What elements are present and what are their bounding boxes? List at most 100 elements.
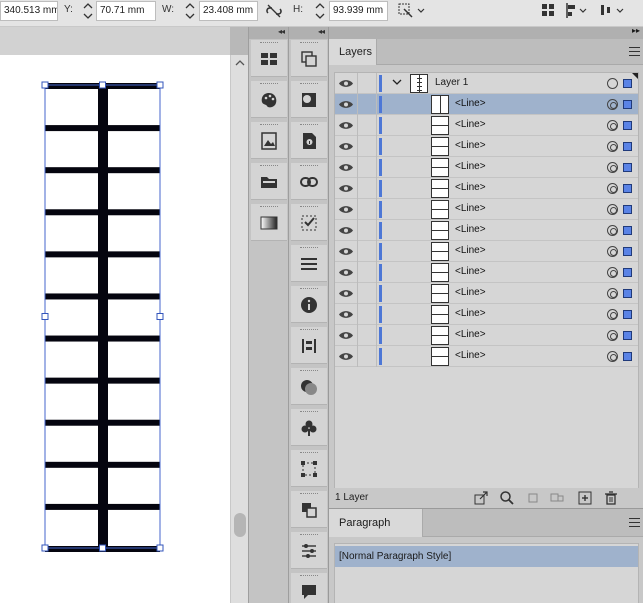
dock-column-2-header[interactable]: ◂◂ <box>289 27 328 39</box>
resize-handle[interactable] <box>156 81 164 89</box>
eye-icon[interactable] <box>338 330 354 341</box>
club-tool[interactable] <box>291 409 327 446</box>
resize-handle[interactable] <box>156 544 164 552</box>
trash-icon[interactable] <box>603 490 619 506</box>
resize-handle[interactable] <box>41 81 49 89</box>
target-circle[interactable] <box>607 330 618 341</box>
target-circle[interactable] <box>607 183 618 194</box>
distribute-dropdown-icon[interactable] <box>598 1 628 21</box>
layer-row[interactable]: <Line> <box>335 304 638 325</box>
resize-handle[interactable] <box>99 544 106 552</box>
resize-handle[interactable] <box>156 313 164 320</box>
target-circle[interactable] <box>607 225 618 236</box>
selection-square[interactable] <box>623 184 632 193</box>
layer-row-label[interactable]: <Line> <box>455 329 486 340</box>
scroll-thumb[interactable] <box>234 513 246 537</box>
lock-toggle[interactable] <box>357 262 377 283</box>
comment-tool[interactable] <box>291 573 327 603</box>
eye-icon[interactable] <box>338 267 354 278</box>
pathfinder-tool[interactable] <box>291 368 327 405</box>
layer-row[interactable]: <Line> <box>335 325 638 346</box>
selection-square[interactable] <box>623 226 632 235</box>
eye-icon[interactable] <box>338 351 354 362</box>
effects-tool[interactable] <box>291 204 327 241</box>
stroke-tool[interactable] <box>291 245 327 282</box>
target-circle[interactable] <box>607 288 618 299</box>
selection-square[interactable] <box>623 247 632 256</box>
layer-row-label[interactable]: <Line> <box>455 350 486 361</box>
lock-toggle[interactable] <box>357 304 377 325</box>
layer-row-label[interactable]: <Line> <box>455 140 486 151</box>
layer-row-label[interactable]: <Line> <box>455 119 486 130</box>
dock-column-1-header[interactable]: ◂◂ <box>249 27 288 39</box>
w-stepper[interactable] <box>183 0 197 22</box>
info-doc-tool[interactable] <box>291 122 327 159</box>
paragraph-menu-icon[interactable] <box>629 518 640 527</box>
lock-toggle[interactable] <box>357 220 377 241</box>
pages-tool[interactable] <box>291 40 327 77</box>
selection-square[interactable] <box>623 121 632 130</box>
eye-icon[interactable] <box>338 78 354 89</box>
eye-icon[interactable] <box>338 225 354 236</box>
selection-square[interactable] <box>623 205 632 214</box>
layer-row[interactable]: <Line> <box>335 220 638 241</box>
target-circle[interactable] <box>607 351 618 362</box>
reference-point-icon[interactable] <box>396 1 426 21</box>
eye-icon[interactable] <box>338 309 354 320</box>
lock-toggle[interactable] <box>357 73 377 94</box>
vertical-scrollbar[interactable] <box>230 55 248 603</box>
eye-icon[interactable] <box>338 183 354 194</box>
layer-row[interactable]: <Line> <box>335 199 638 220</box>
selection-square[interactable] <box>623 331 632 340</box>
panel-menu-icon[interactable] <box>629 47 640 56</box>
layer-row[interactable]: <Line> <box>335 346 638 367</box>
resize-handle[interactable] <box>41 313 49 320</box>
eye-icon[interactable] <box>338 141 354 152</box>
eye-icon[interactable] <box>338 120 354 131</box>
align-dropdown-icon[interactable] <box>564 1 590 21</box>
layer-row[interactable]: <Line> <box>335 241 638 262</box>
target-circle[interactable] <box>607 120 618 131</box>
layer-row-parent[interactable]: Layer 1 <box>335 73 638 94</box>
color-theme-tool[interactable] <box>291 81 327 118</box>
layer-row-label[interactable]: <Line> <box>455 245 486 256</box>
layer-row-label[interactable]: <Line> <box>455 161 486 172</box>
color-palette-tool[interactable] <box>251 81 287 118</box>
image-tool[interactable] <box>251 122 287 159</box>
resize-handle[interactable] <box>99 81 106 89</box>
y-field[interactable]: 70.71 mm <box>96 1 156 21</box>
transform-tool[interactable] <box>291 450 327 487</box>
layer-row-label[interactable]: <Line> <box>455 203 486 214</box>
search-icon[interactable] <box>499 490 515 506</box>
eye-icon[interactable] <box>338 204 354 215</box>
layer-name[interactable]: Layer 1 <box>435 77 468 88</box>
layer-row[interactable]: <Line> <box>335 115 638 136</box>
target-circle[interactable] <box>607 99 618 110</box>
properties-tool[interactable] <box>291 532 327 569</box>
eye-icon[interactable] <box>338 162 354 173</box>
selection-square[interactable] <box>623 163 632 172</box>
selection-square[interactable] <box>623 268 632 277</box>
target-circle[interactable] <box>607 78 618 89</box>
tab-layers[interactable]: Layers <box>329 39 377 65</box>
target-circle[interactable] <box>607 246 618 257</box>
new-sublayer-icon[interactable] <box>577 490 593 506</box>
panel-collapse-bar[interactable]: ▸▸ <box>329 26 643 39</box>
layer-row[interactable]: <Line> <box>335 262 638 283</box>
resize-handle[interactable] <box>41 544 49 552</box>
lock-toggle[interactable] <box>357 157 377 178</box>
arrange-tool[interactable] <box>291 491 327 528</box>
ladder-post[interactable] <box>98 85 108 548</box>
lock-toggle[interactable] <box>357 346 377 367</box>
layer-row-label[interactable]: <Line> <box>455 266 486 277</box>
lock-toggle[interactable] <box>357 199 377 220</box>
selection-square[interactable] <box>623 79 632 88</box>
layer-row[interactable]: <Line> <box>335 157 638 178</box>
h-stepper[interactable] <box>313 0 327 22</box>
w-field[interactable]: 23.408 mm <box>199 1 258 21</box>
info-tool[interactable] <box>291 286 327 323</box>
target-circle[interactable] <box>607 204 618 215</box>
eye-icon[interactable] <box>338 246 354 257</box>
align-tool[interactable] <box>291 327 327 364</box>
lock-toggle[interactable] <box>357 94 377 115</box>
